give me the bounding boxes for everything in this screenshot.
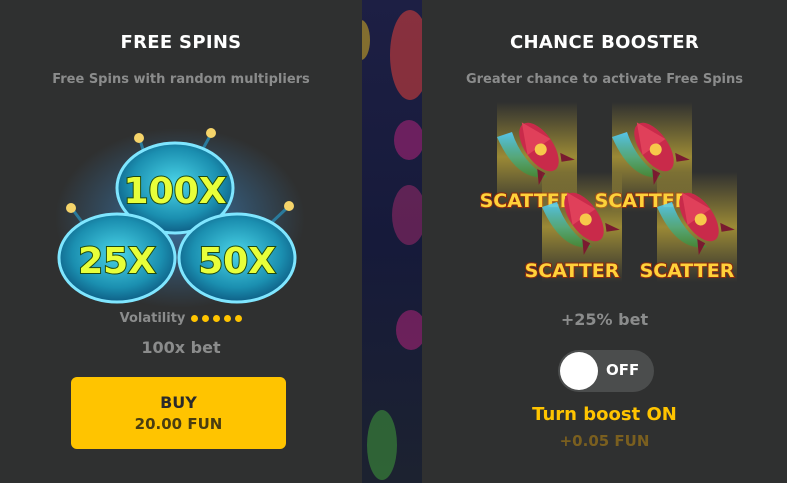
scatter-symbols-illustration: SCATTER SCATTER SCATTER SCATTER	[479, 102, 737, 283]
chance-booster-panel: CHANCE BOOSTER Greater chance to activat…	[422, 0, 787, 483]
scatter-label: SCATTER	[525, 260, 620, 282]
game-background-strip	[362, 0, 422, 483]
volatility-row: Volatility	[0, 311, 362, 326]
multiplier-25x-text: 25X	[78, 241, 156, 282]
toggle-state-label: OFF	[606, 361, 640, 379]
volatility-dot	[213, 315, 221, 322]
volatility-label: Volatility	[119, 311, 186, 326]
multiplier-100x-text: 100X	[124, 171, 227, 212]
chance-booster-subtitle: Greater chance to activate Free Spins	[465, 72, 744, 87]
toggle-knob	[560, 352, 598, 390]
free-spins-cost: 100x bet	[141, 338, 221, 357]
buy-free-spins-button[interactable]: BUY 20.00 FUN	[71, 377, 286, 449]
buy-button-price: 20.00 FUN	[134, 415, 223, 433]
scatter-label: SCATTER	[640, 260, 735, 282]
chance-booster-title: CHANCE BOOSTER	[510, 32, 699, 53]
chance-booster-toggle[interactable]: OFF	[558, 350, 654, 392]
buy-button-label: BUY	[160, 393, 197, 412]
free-spins-title: FREE SPINS	[120, 32, 242, 53]
free-spins-panel: FREE SPINS Free Spins with random multip…	[0, 0, 362, 483]
volatility-dot	[224, 315, 232, 322]
volatility-dot	[191, 315, 199, 322]
multiplier-bubbles-illustration: 100X 25X 50X	[55, 128, 305, 308]
turn-boost-on-label: Turn boost ON	[532, 404, 677, 425]
boost-bet-increase: +25% bet	[560, 310, 649, 329]
free-spins-subtitle: Free Spins with random multipliers	[52, 72, 310, 87]
multiplier-50x-text: 50X	[198, 241, 276, 282]
volatility-indicator	[191, 315, 243, 322]
volatility-dot	[235, 315, 243, 322]
boost-cost-label: +0.05 FUN	[559, 432, 650, 450]
volatility-dot	[202, 315, 210, 322]
